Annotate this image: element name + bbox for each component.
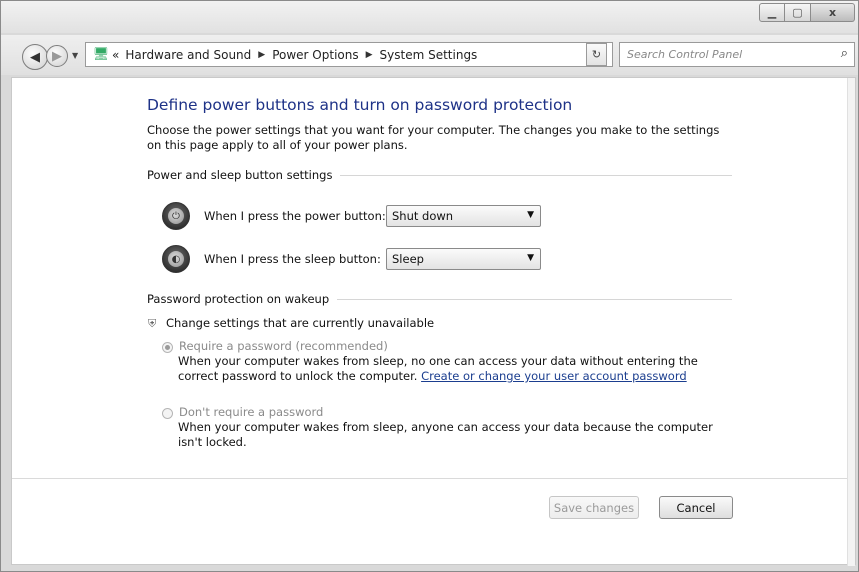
password-section-title: Password protection on wakeup bbox=[147, 292, 330, 306]
save-changes-button[interactable]: Save changes bbox=[549, 496, 639, 519]
section-divider bbox=[337, 298, 732, 300]
power-section-heading: Power and sleep button settings bbox=[147, 168, 732, 182]
close-button[interactable]: x bbox=[811, 3, 855, 22]
breadcrumb-overflow[interactable]: « bbox=[112, 48, 119, 62]
chevron-right-icon[interactable]: ▶ bbox=[366, 50, 373, 60]
footer-divider bbox=[12, 478, 849, 479]
search-input[interactable]: Search Control Panel ⌕ bbox=[619, 42, 855, 67]
sleep-button-label: When I press the sleep button: bbox=[204, 252, 381, 266]
breadcrumb: « Hardware and Sound ▶ Power Options ▶ S… bbox=[112, 48, 477, 62]
maximize-button[interactable]: ▢ bbox=[785, 3, 811, 22]
require-password-description: When your computer wakes from sleep, no … bbox=[178, 354, 723, 384]
search-placeholder: Search Control Panel bbox=[627, 48, 743, 61]
chevron-right-icon[interactable]: ▶ bbox=[258, 50, 265, 60]
caption-buttons: ▁ ▢ x bbox=[759, 3, 855, 22]
no-password-radio[interactable] bbox=[162, 408, 173, 419]
refresh-icon[interactable]: ↻ bbox=[586, 43, 607, 66]
minimize-button[interactable]: ▁ bbox=[759, 3, 785, 22]
breadcrumb-hardware-and-sound[interactable]: Hardware and Sound bbox=[125, 48, 251, 62]
require-password-radio[interactable] bbox=[162, 342, 173, 353]
create-password-link[interactable]: Create or change your user account passw… bbox=[421, 369, 687, 383]
chevron-down-icon: ▼ bbox=[527, 253, 534, 263]
chevron-down-icon: ▼ bbox=[527, 210, 534, 220]
power-button-icon: ⏻ bbox=[162, 202, 190, 230]
recent-pages-dropdown-icon[interactable]: ▼ bbox=[72, 51, 78, 60]
back-arrow-icon[interactable]: ◀ bbox=[22, 44, 48, 70]
scroll-edge bbox=[847, 78, 855, 566]
window: ▁ ▢ x ◀ ▶ ▼ 🖥 « Hardware and Sound ▶ Pow… bbox=[0, 0, 859, 572]
breadcrumb-system-settings[interactable]: System Settings bbox=[380, 48, 478, 62]
page-description: Choose the power settings that you want … bbox=[147, 123, 720, 152]
search-icon[interactable]: ⌕ bbox=[841, 46, 848, 61]
address-row: ◀ ▶ ▼ 🖥 « Hardware and Sound ▶ Power Opt… bbox=[1, 35, 858, 75]
forward-arrow-icon[interactable]: ▶ bbox=[46, 45, 68, 67]
page-title: Define power buttons and turn on passwor… bbox=[147, 96, 573, 114]
control-panel-icon: 🖥 bbox=[92, 46, 110, 62]
power-button-select[interactable]: Shut down ▼ bbox=[386, 205, 541, 227]
change-settings-link[interactable]: Change settings that are currently unava… bbox=[166, 316, 434, 330]
content-pane: Define power buttons and turn on passwor… bbox=[11, 77, 856, 566]
no-password-label: Don't require a password bbox=[179, 405, 324, 419]
sleep-button-icon: ◐ bbox=[162, 245, 190, 273]
cancel-button[interactable]: Cancel bbox=[659, 496, 733, 519]
breadcrumb-power-options[interactable]: Power Options bbox=[272, 48, 358, 62]
title-bar: ▁ ▢ x bbox=[1, 1, 858, 33]
no-password-description: When your computer wakes from sleep, any… bbox=[178, 420, 713, 449]
address-bar[interactable]: 🖥 « Hardware and Sound ▶ Power Options ▶… bbox=[85, 42, 613, 67]
power-button-label: When I press the power button: bbox=[204, 209, 386, 223]
require-password-label: Require a password (recommended) bbox=[179, 339, 388, 353]
sleep-button-select[interactable]: Sleep ▼ bbox=[386, 248, 541, 270]
uac-shield-icon: ⛨ bbox=[148, 317, 157, 330]
power-button-value: Shut down bbox=[392, 209, 454, 223]
section-divider bbox=[340, 174, 732, 176]
sleep-button-value: Sleep bbox=[392, 252, 424, 266]
power-section-title: Power and sleep button settings bbox=[147, 168, 333, 182]
password-section-heading: Password protection on wakeup bbox=[147, 292, 732, 306]
